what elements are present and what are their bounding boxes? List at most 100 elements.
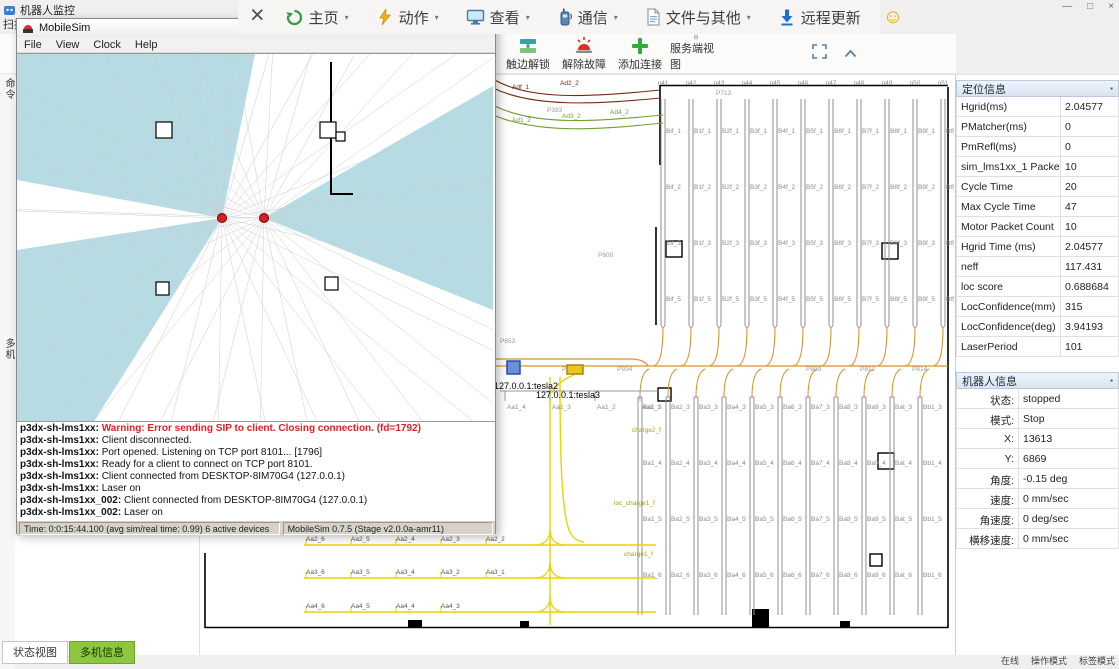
svg-text:Bif_2: Bif_2: [666, 184, 681, 191]
table-row: LaserPeriod101: [957, 337, 1119, 357]
toolbar-item-view[interactable]: 查看▾: [466, 7, 530, 28]
clear-fault-button[interactable]: 解除故障: [558, 35, 610, 72]
svg-text:B8f_5: B8f_5: [890, 296, 907, 303]
collapsed-panel-1[interactable]: 多机: [1, 338, 16, 360]
svg-text:Ba2_3: Ba2_3: [671, 404, 690, 411]
left-dock-strip: 命令多机: [0, 34, 15, 669]
fullscreen-icon[interactable]: [812, 44, 827, 64]
mobilesim-map-svg[interactable]: [17, 54, 493, 422]
svg-text:B5f_5: B5f_5: [806, 296, 823, 303]
svg-text:Bif_5: Bif_5: [666, 296, 681, 303]
svg-text:B5f_3: B5f_3: [806, 240, 823, 247]
svg-text:P812: P812: [860, 366, 876, 373]
row-label: loc score: [957, 277, 1061, 297]
svg-text:B9f_3: B9f_3: [918, 240, 935, 247]
svg-text:Ad3_2: Ad3_2: [562, 113, 581, 120]
table-row: 横移速度:0 mm/sec: [957, 529, 1119, 549]
collapse-toolbar-icon[interactable]: [844, 45, 857, 63]
menu-help[interactable]: Help: [135, 39, 158, 51]
svg-text:P713: P713: [716, 90, 732, 97]
svg-text:Aa4_6: Aa4_6: [306, 603, 325, 610]
menu-view[interactable]: View: [56, 39, 80, 51]
table-row: 角度:-0.15 deg: [957, 469, 1119, 489]
status-item-1: 操作模式: [1031, 654, 1067, 667]
svg-text:Aa3_5: Aa3_5: [351, 569, 370, 576]
home-icon: [285, 8, 304, 27]
svg-text:B2f_3: B2f_3: [722, 240, 739, 247]
svg-text:Btf_3: Btf_3: [946, 240, 955, 247]
window-controls: — □ ×: [1062, 1, 1114, 12]
edge-unlock-button[interactable]: 触边解锁: [502, 35, 554, 72]
sub-toolbar-buttons: 触边解锁解除故障添加连接服务端视图: [502, 35, 722, 72]
svg-text:B6f_1: B6f_1: [834, 128, 851, 135]
svg-text:B7f_3: B7f_3: [862, 240, 879, 247]
svg-text:Aa2_4: Aa2_4: [396, 536, 415, 543]
log-line: p3dx-sh-lms1xx: Port opened. Listening o…: [20, 447, 492, 459]
svg-text:Aa2_2: Aa2_2: [486, 536, 505, 543]
add-connection-button[interactable]: 添加连接: [614, 35, 666, 72]
app-title-text: 机器人监控: [20, 2, 75, 18]
menu-file[interactable]: File: [24, 39, 42, 51]
row-value: 101: [1061, 337, 1119, 357]
row-label: LaserPeriod: [957, 337, 1061, 357]
svg-text:Aa2_3: Aa2_3: [441, 536, 460, 543]
svg-text:Ba3_3: Ba3_3: [699, 404, 718, 411]
sim-robot-1[interactable]: [218, 214, 227, 223]
close-toolbar-icon[interactable]: ×: [250, 3, 265, 28]
toolbar-item-comm[interactable]: 通信▾: [557, 7, 618, 28]
window-minimize-button[interactable]: —: [1062, 1, 1072, 12]
panel-pin-icon[interactable]: ▪: [1110, 376, 1113, 385]
mobilesim-status-time: Time: 0:0:15:44.100 (avg sim/real time: …: [19, 522, 280, 535]
bottom-tabs: 状态视图多机信息: [2, 641, 136, 664]
window-close-button[interactable]: ×: [1108, 1, 1114, 12]
row-value: 3.94193: [1061, 317, 1119, 337]
svg-text:Btf_1: Btf_1: [946, 128, 955, 135]
log-line: p3dx-sh-lms1xx_002: Laser on: [20, 507, 492, 519]
svg-text:Bif_1: Bif_1: [666, 128, 681, 135]
svg-text:B8f_1: B8f_1: [890, 128, 907, 135]
mobilesim-map-canvas[interactable]: [17, 53, 495, 422]
table-row: PMatcher(ms)0: [957, 117, 1119, 137]
window-maximize-button[interactable]: □: [1087, 1, 1093, 12]
svg-text:B1f_1: B1f_1: [694, 128, 711, 135]
bottom-tab-0[interactable]: 状态视图: [2, 641, 68, 664]
panel-pin-icon[interactable]: ▪: [1110, 84, 1113, 93]
toolbar-item-update[interactable]: 远程更新: [778, 7, 861, 28]
svg-text:Bb1_5: Bb1_5: [923, 516, 942, 523]
bottom-tab-1[interactable]: 多机信息: [69, 641, 135, 664]
svg-text:Ba4_4: Ba4_4: [727, 460, 746, 467]
svg-text:B8f_3: B8f_3: [890, 240, 907, 247]
svg-text:Ba6_5: Ba6_5: [783, 516, 802, 523]
row-value: 0: [1061, 117, 1119, 137]
row-label: X:: [957, 429, 1019, 449]
server-view-button[interactable]: 服务端视图: [670, 35, 722, 72]
table-row: LocConfidence(deg)3.94193: [957, 317, 1119, 337]
row-label: 横移速度:: [957, 529, 1019, 549]
toolbar-item-files[interactable]: 文件与其他▾: [645, 7, 751, 28]
table-row: PmRefl(ms)0: [957, 137, 1119, 157]
app-titlebar: 机器人监控: [3, 2, 75, 18]
sim-robot-2[interactable]: [260, 214, 269, 223]
mobilesim-app-icon: [22, 22, 34, 34]
table-row: Cycle Time20: [957, 177, 1119, 197]
toolbar-item-action[interactable]: 动作▾: [376, 7, 439, 28]
svg-text:P600: P600: [598, 252, 614, 259]
robot-marker-tesla2[interactable]: [507, 361, 520, 374]
files-icon: [645, 8, 661, 26]
table-row: 速度:0 mm/sec: [957, 489, 1119, 509]
svg-text:B2f_1: B2f_1: [722, 128, 739, 135]
table-row: X:13613: [957, 429, 1119, 449]
svg-text:Bat_4: Bat_4: [895, 460, 912, 467]
svg-text:Ba9_6: Ba9_6: [867, 572, 886, 579]
row-label: PmRefl(ms): [957, 137, 1061, 157]
toolbar-item-label: 远程更新: [801, 7, 861, 28]
svg-text:Ba7_5: Ba7_5: [811, 516, 830, 523]
row-value: 10: [1061, 217, 1119, 237]
collapsed-panel-0[interactable]: 命令: [1, 78, 16, 100]
robot-marker-tesla3[interactable]: [567, 365, 583, 374]
mobilesim-title-text: MobileSim: [39, 22, 90, 34]
menu-clock[interactable]: Clock: [93, 39, 121, 51]
mobilesim-status-version: MobileSim 0.7.5 (Stage v2.0.0a-amr11): [283, 522, 493, 535]
smiley-icon[interactable]: ☺: [883, 7, 903, 27]
toolbar-item-home[interactable]: 主页▾: [285, 7, 349, 28]
